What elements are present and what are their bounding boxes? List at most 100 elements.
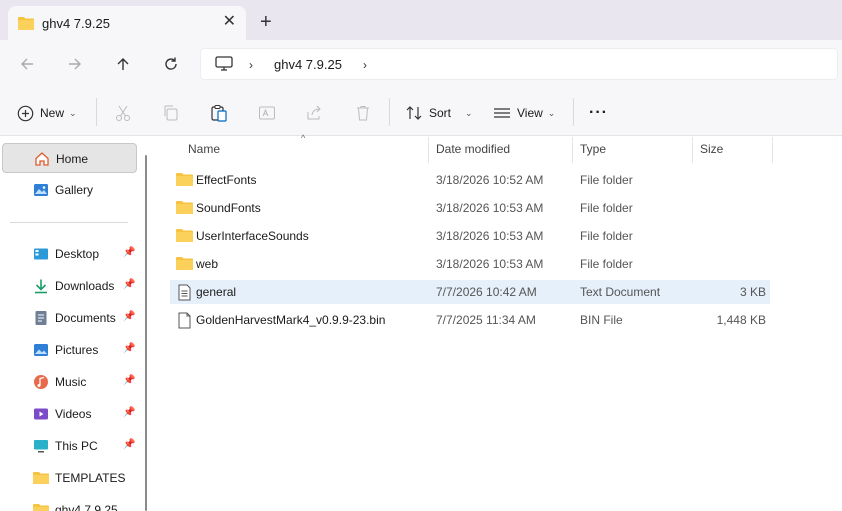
view-button[interactable]: View ⌄ bbox=[493, 100, 555, 126]
cut-icon[interactable] bbox=[114, 100, 132, 126]
divider bbox=[389, 98, 390, 126]
new-button[interactable]: New ⌄ bbox=[17, 100, 77, 126]
sidebar-item-pictures[interactable]: Pictures 📌 bbox=[2, 335, 137, 365]
breadcrumb-chevron-icon[interactable]: › bbox=[363, 58, 367, 72]
folder-icon bbox=[33, 472, 49, 484]
file-row[interactable]: web 3/18/2026 10:53 AM File folder bbox=[170, 252, 770, 276]
tab-ghv4[interactable]: ghv4 7.9.25 ✕ bbox=[8, 6, 246, 40]
file-name: EffectFonts bbox=[196, 173, 257, 187]
file-row[interactable]: UserInterfaceSounds 3/18/2026 10:53 AM F… bbox=[170, 224, 770, 248]
column-divider[interactable] bbox=[428, 137, 429, 163]
column-divider[interactable] bbox=[772, 137, 773, 163]
more-options-icon[interactable]: ··· bbox=[589, 100, 608, 126]
address-bar[interactable]: › ghv4 7.9.25 › bbox=[200, 48, 838, 80]
file-date: 3/18/2026 10:52 AM bbox=[436, 173, 544, 187]
column-type[interactable]: Type bbox=[580, 142, 606, 156]
column-size[interactable]: Size bbox=[700, 142, 723, 156]
breadcrumb-current[interactable]: ghv4 7.9.25 bbox=[274, 57, 342, 72]
sidebar-item-label: Gallery bbox=[55, 183, 94, 197]
home-icon bbox=[35, 152, 49, 166]
sidebar-item-documents[interactable]: Documents 📌 bbox=[2, 303, 137, 333]
pin-icon[interactable]: 📌 bbox=[123, 439, 135, 450]
file-row[interactable]: EffectFonts 3/18/2026 10:52 AM File fold… bbox=[170, 168, 770, 192]
sidebar-item-desktop[interactable]: Desktop 📌 bbox=[2, 239, 137, 269]
column-date-modified[interactable]: Date modified bbox=[436, 142, 510, 156]
pin-icon[interactable]: 📌 bbox=[123, 247, 135, 258]
file-name: general bbox=[196, 285, 237, 299]
file-date: 3/18/2026 10:53 AM bbox=[436, 257, 544, 271]
pin-icon[interactable]: 📌 bbox=[123, 375, 135, 386]
sort-icon bbox=[406, 106, 422, 120]
file-list: ^ Name Date modified Type Size EffectFon… bbox=[158, 133, 842, 511]
file-date: 7/7/2025 11:34 AM bbox=[436, 313, 536, 327]
pin-icon[interactable]: 📌 bbox=[123, 311, 135, 322]
tab-title: ghv4 7.9.25 bbox=[42, 16, 110, 31]
file-row-selected[interactable]: general 7/7/2026 10:42 AM Text Document … bbox=[170, 280, 770, 304]
navigation-pane: Home Gallery Desktop 📌 Downloads 📌 Docum… bbox=[0, 137, 150, 511]
file-type: File folder bbox=[580, 257, 633, 271]
command-bar: New ⌄ Sort ⌄ View ⌄ ··· bbox=[0, 88, 842, 136]
up-arrow-icon[interactable] bbox=[113, 54, 133, 74]
forward-arrow-icon[interactable] bbox=[65, 54, 85, 74]
file-name: UserInterfaceSounds bbox=[196, 229, 309, 243]
file-name: SoundFonts bbox=[196, 201, 261, 215]
column-name[interactable]: Name bbox=[188, 142, 220, 156]
sidebar-item-music[interactable]: Music 📌 bbox=[2, 367, 137, 397]
file-name: GoldenHarvestMark4_v0.9.9-23.bin bbox=[196, 313, 386, 327]
sidebar-item-home[interactable]: Home bbox=[2, 143, 137, 173]
sort-button[interactable]: Sort ⌄ bbox=[405, 100, 473, 126]
refresh-icon[interactable] bbox=[161, 54, 181, 74]
folder-icon bbox=[176, 257, 193, 270]
music-icon bbox=[34, 375, 48, 389]
folder-icon bbox=[176, 201, 193, 214]
folder-icon bbox=[176, 229, 193, 242]
gallery-icon bbox=[34, 184, 48, 196]
chevron-down-icon: ⌄ bbox=[465, 107, 473, 118]
pin-icon[interactable]: 📌 bbox=[123, 407, 135, 418]
file-row[interactable]: SoundFonts 3/18/2026 10:53 AM File folde… bbox=[170, 196, 770, 220]
pictures-icon bbox=[34, 344, 48, 356]
sidebar-item-label: Music bbox=[55, 375, 87, 389]
pin-icon[interactable]: 📌 bbox=[123, 343, 135, 354]
file-name: web bbox=[196, 257, 219, 271]
column-divider[interactable] bbox=[572, 137, 573, 163]
file-row[interactable]: GoldenHarvestMark4_v0.9.9-23.bin 7/7/202… bbox=[170, 308, 770, 332]
plus-circle-icon bbox=[17, 105, 34, 121]
desktop-icon bbox=[34, 248, 48, 260]
sidebar-item-videos[interactable]: Videos 📌 bbox=[2, 399, 137, 429]
column-header-row: ^ Name Date modified Type Size bbox=[158, 133, 774, 163]
sort-ascending-icon: ^ bbox=[301, 133, 306, 143]
file-icon bbox=[178, 312, 191, 329]
back-arrow-icon[interactable] bbox=[17, 54, 37, 74]
new-tab-button[interactable]: + bbox=[260, 12, 272, 32]
divider bbox=[96, 98, 97, 126]
tab-bar: ghv4 7.9.25 ✕ + bbox=[0, 0, 842, 40]
sidebar-scrollbar[interactable] bbox=[145, 155, 147, 511]
breadcrumb-chevron-icon[interactable]: › bbox=[249, 58, 253, 72]
copy-icon[interactable] bbox=[162, 100, 180, 126]
documents-icon bbox=[35, 311, 47, 325]
pin-icon[interactable]: 📌 bbox=[123, 279, 135, 290]
paste-icon[interactable] bbox=[210, 100, 228, 126]
share-icon[interactable] bbox=[306, 100, 324, 126]
file-type: Text Document bbox=[580, 285, 661, 299]
sidebar-item-label: This PC bbox=[55, 439, 98, 453]
sidebar-item-downloads[interactable]: Downloads 📌 bbox=[2, 271, 137, 301]
pc-icon bbox=[34, 440, 48, 453]
chevron-down-icon: ⌄ bbox=[547, 107, 556, 118]
sidebar-item-ghv4[interactable]: ghv4 7.9.25 bbox=[2, 495, 137, 511]
rename-icon[interactable] bbox=[258, 100, 276, 126]
downloads-icon bbox=[35, 279, 47, 294]
sidebar-item-label: TEMPLATES bbox=[55, 471, 126, 485]
file-size: 1,448 KB bbox=[716, 313, 766, 327]
monitor-icon bbox=[215, 56, 233, 75]
folder-icon bbox=[176, 173, 193, 186]
column-divider[interactable] bbox=[692, 137, 693, 163]
sidebar-item-templates[interactable]: TEMPLATES bbox=[2, 463, 137, 493]
sidebar-item-gallery[interactable]: Gallery bbox=[2, 175, 137, 205]
delete-icon[interactable] bbox=[354, 100, 372, 126]
folder-icon bbox=[18, 16, 34, 33]
file-type: File folder bbox=[580, 173, 633, 187]
sidebar-item-this-pc[interactable]: This PC 📌 bbox=[2, 431, 137, 461]
close-tab-icon[interactable]: ✕ bbox=[223, 14, 236, 30]
